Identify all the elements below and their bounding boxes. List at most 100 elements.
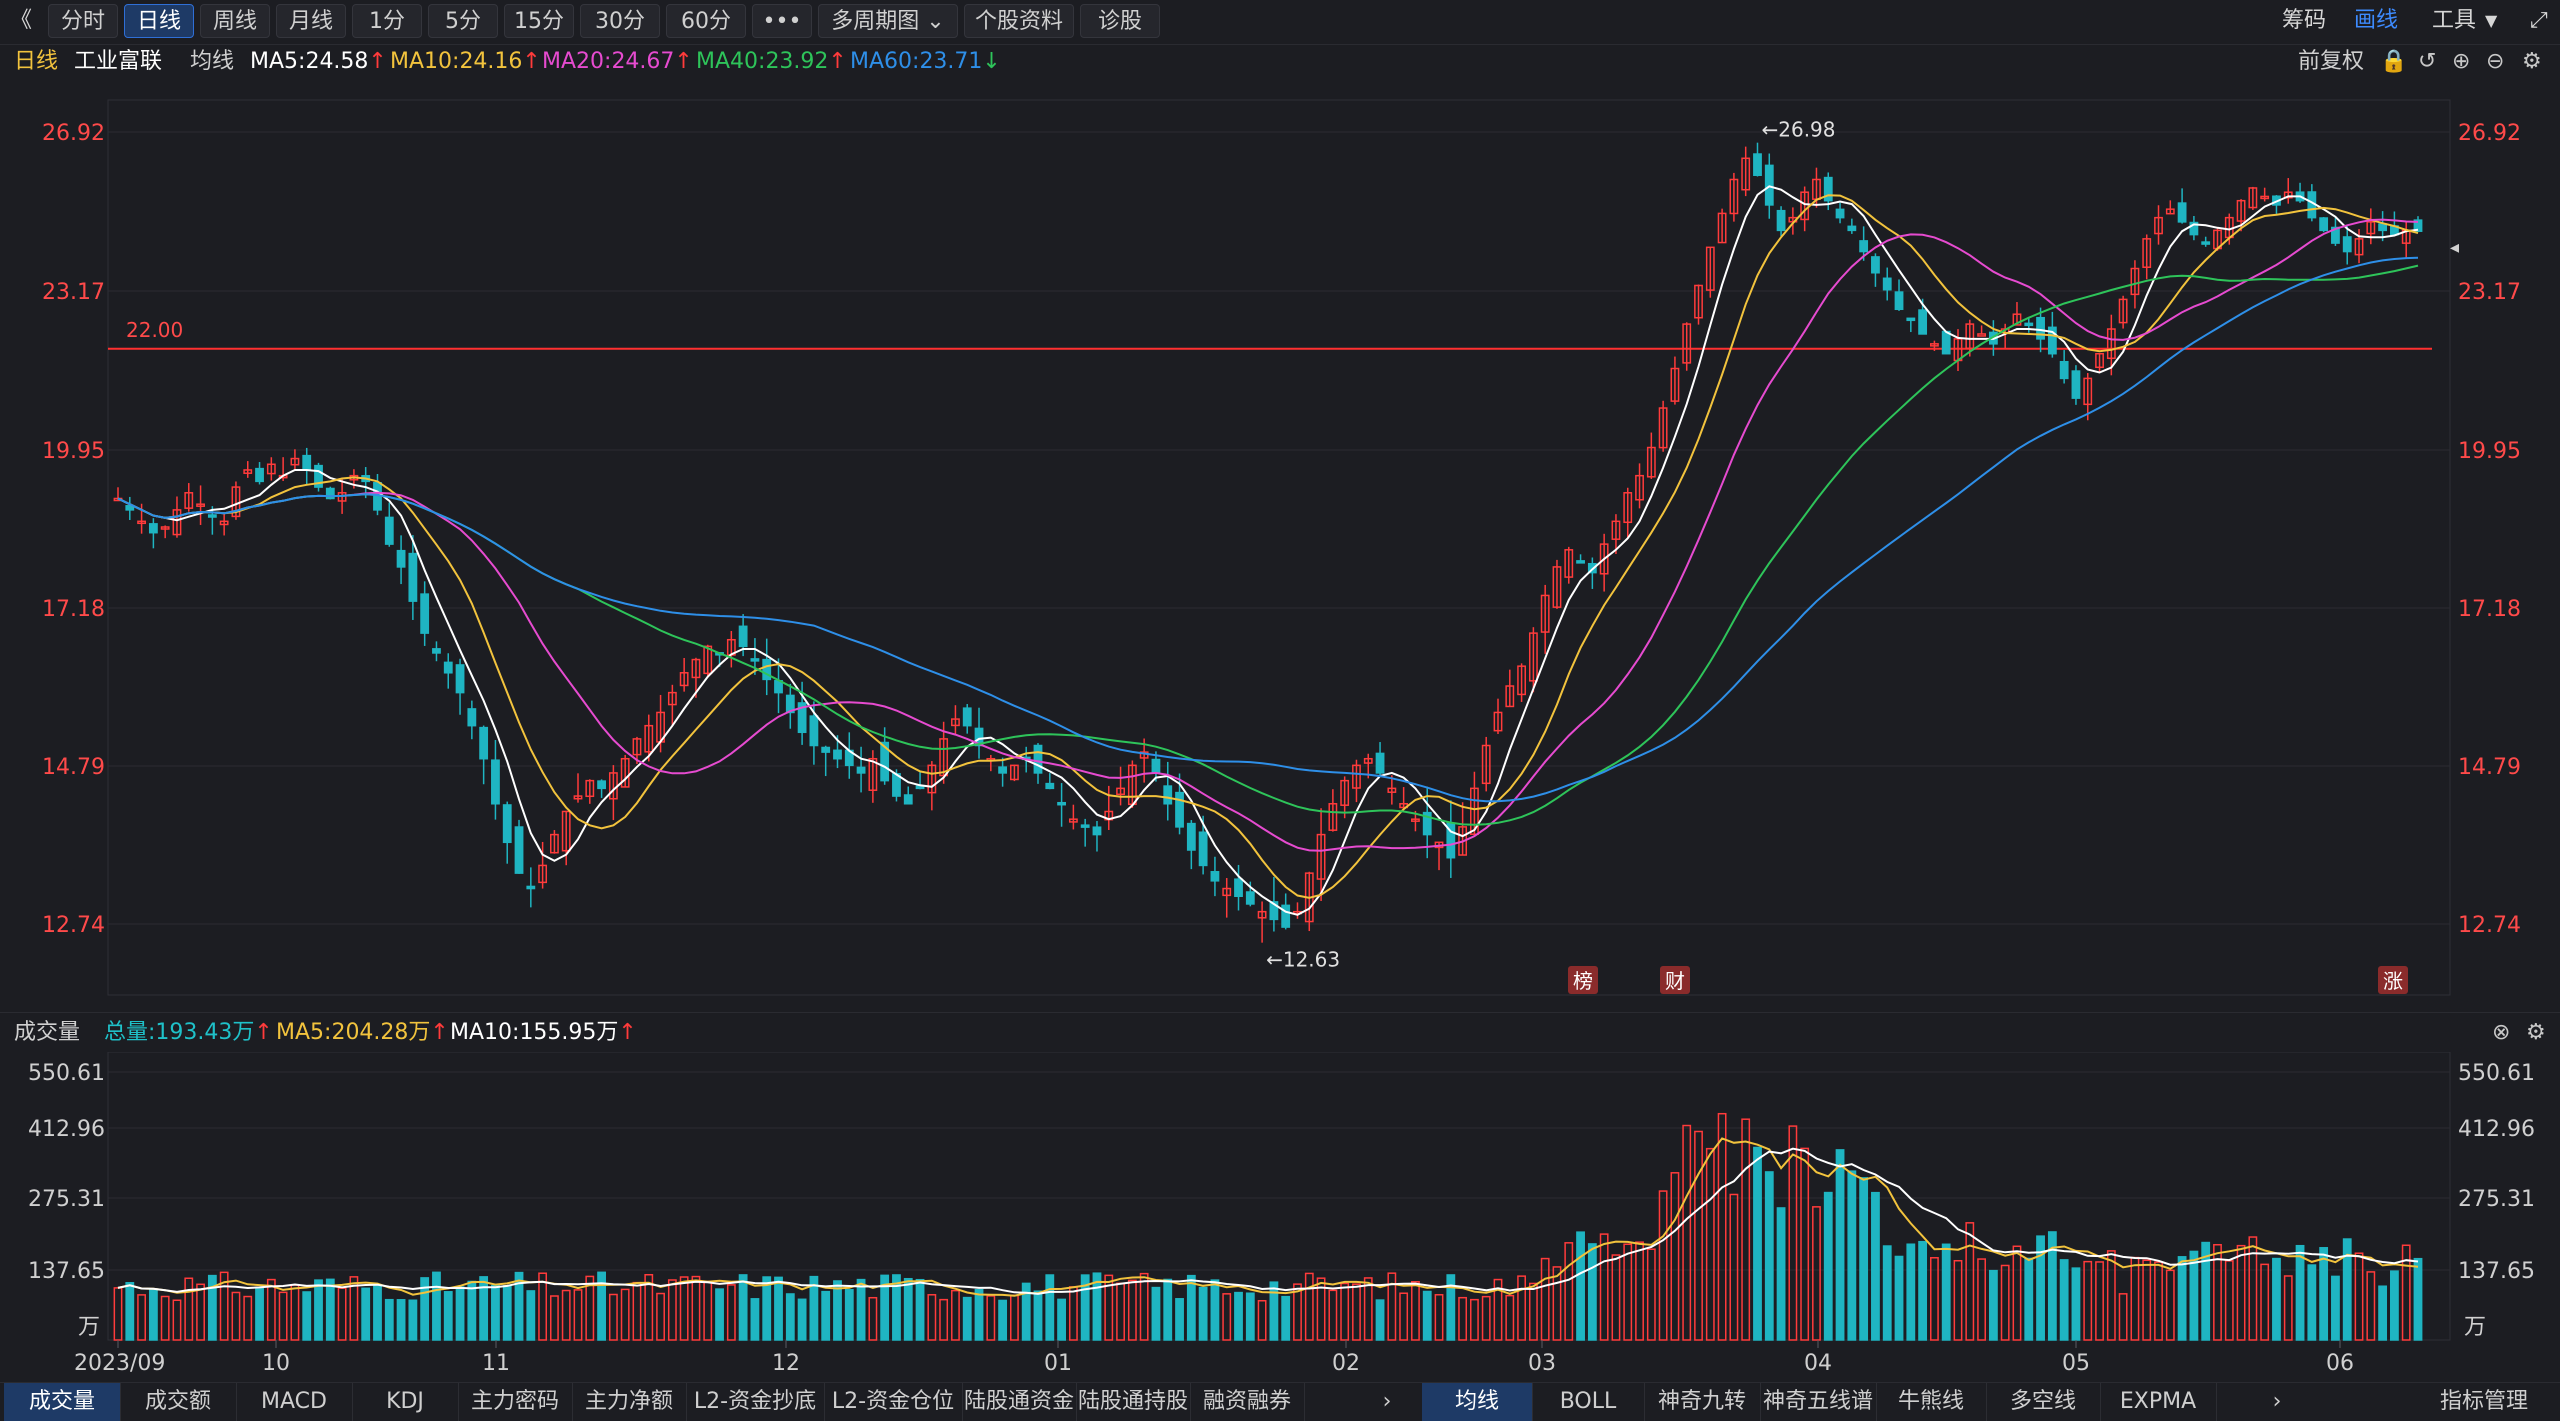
back-icon[interactable]: 《 bbox=[10, 4, 32, 38]
candle bbox=[1257, 901, 1267, 943]
candle-body bbox=[1057, 801, 1066, 806]
volume-bar bbox=[974, 1288, 984, 1341]
candle bbox=[1057, 783, 1066, 827]
overlay-tab-3[interactable]: 神奇五线谱 bbox=[1760, 1383, 1877, 1421]
volume-bar bbox=[833, 1280, 842, 1341]
toolbar-button-11[interactable]: 个股资料 bbox=[964, 4, 1074, 38]
indicator-info-bar: 日线 工业富联 均线 MA5:24.58↑ MA10:24.16↑ MA20:2… bbox=[0, 44, 2560, 80]
indicator-tab-0[interactable]: 成交量 bbox=[4, 1383, 121, 1421]
volume-chart[interactable]: 550.61 550.61 412.96 412.96 275.31 275.31 137.… bbox=[0, 1052, 2560, 1382]
volume-axis-left-label: 550.61 bbox=[28, 1061, 105, 1086]
event-marker-label: 榜 bbox=[1573, 969, 1593, 993]
indicator-tab-8[interactable]: 陆股通资金 bbox=[962, 1383, 1077, 1421]
candle-body bbox=[856, 766, 866, 774]
overlay-tab-1[interactable]: BOLL bbox=[1532, 1383, 1645, 1421]
indicator-tab-2[interactable]: MACD bbox=[236, 1383, 353, 1421]
zoom-out-icon[interactable]: ⊖ bbox=[2486, 44, 2504, 80]
candle bbox=[2118, 295, 2128, 329]
toolbar-button-9[interactable]: ••• bbox=[752, 4, 812, 38]
volume-bar bbox=[302, 1291, 312, 1341]
candle bbox=[1576, 554, 1585, 564]
volume-ma5: MA5:204.28万↑ bbox=[276, 1020, 449, 1045]
indicator-tab-6[interactable]: L2-资金抄底 bbox=[686, 1383, 825, 1421]
volume-bar bbox=[373, 1284, 382, 1341]
candle bbox=[2366, 208, 2376, 245]
indicator-tab-1[interactable]: 成交额 bbox=[120, 1383, 237, 1421]
close-icon[interactable]: ⊗ bbox=[2492, 1015, 2510, 1051]
overlay-tab-2[interactable]: 神奇九转 bbox=[1644, 1383, 1761, 1421]
indicator-tab-4[interactable]: 主力密码 bbox=[458, 1383, 573, 1421]
candle-body bbox=[1941, 330, 1951, 355]
lock-icon[interactable]: 🔒 bbox=[2380, 44, 2407, 80]
indicator-tab-9[interactable]: 陆股通持股 bbox=[1076, 1383, 1191, 1421]
candle-body bbox=[1753, 153, 1762, 176]
volume-settings-icon[interactable]: ⚙ bbox=[2526, 1015, 2546, 1051]
zoom-in-icon[interactable]: ⊕ bbox=[2452, 44, 2470, 80]
overlay-tab-0[interactable]: 均线 bbox=[1422, 1383, 1533, 1421]
volume-bar bbox=[1139, 1272, 1149, 1341]
candle bbox=[1894, 279, 1904, 311]
indicator-tab-7[interactable]: L2-资金仓位 bbox=[824, 1383, 963, 1421]
volume-bar bbox=[2142, 1259, 2152, 1341]
candle bbox=[903, 786, 913, 805]
indicator-tab-3[interactable]: KDJ bbox=[352, 1383, 459, 1421]
overlay-tab-5[interactable]: 多空线 bbox=[1986, 1383, 2101, 1421]
candlestick-chart[interactable]: 26.92 26.92 23.17 23.17 19.95 19.95 17.18 17.18… bbox=[0, 80, 2560, 1012]
toolbar-button-5[interactable]: 5分 bbox=[428, 4, 498, 38]
candle bbox=[962, 704, 972, 734]
toolbar-button-3[interactable]: 月线 bbox=[276, 4, 346, 38]
volume-bar bbox=[1587, 1243, 1597, 1341]
fullscreen-icon[interactable]: ⤢ bbox=[2530, 4, 2548, 38]
indicator-tab-5[interactable]: 主力净额 bbox=[572, 1383, 687, 1421]
volume-bar bbox=[1399, 1292, 1409, 1341]
candle bbox=[2248, 186, 2258, 210]
indicator-manager-button[interactable]: 指标管理 bbox=[2414, 1383, 2554, 1421]
volume-bar bbox=[255, 1287, 264, 1341]
candle bbox=[491, 739, 500, 820]
candle bbox=[1210, 856, 1220, 897]
candle-body bbox=[1835, 208, 1845, 219]
toolbar-button-6[interactable]: 15分 bbox=[504, 4, 574, 38]
volume-bar bbox=[726, 1284, 736, 1341]
overlay-scroll-right-icon[interactable]: › bbox=[2262, 1383, 2292, 1421]
candle bbox=[1045, 773, 1055, 790]
candle-body bbox=[903, 794, 913, 805]
volume-bar bbox=[467, 1280, 477, 1341]
candle-body bbox=[1847, 225, 1857, 232]
price-axis-right-label: 19.95 bbox=[2458, 439, 2521, 464]
candle bbox=[1540, 584, 1550, 654]
volume-bar bbox=[2154, 1261, 2163, 1341]
toolbar-button-10[interactable]: 多周期图 ⌄ bbox=[818, 4, 958, 38]
chevron-down-icon[interactable]: ▼ bbox=[2485, 4, 2497, 38]
chips-button[interactable]: 筹码 bbox=[2282, 4, 2326, 38]
adjust-mode[interactable]: 前复权 bbox=[2298, 44, 2364, 80]
toolbar-button-8[interactable]: 60分 bbox=[666, 4, 746, 38]
indicator-tab-10[interactable]: 融资融券 bbox=[1190, 1383, 1305, 1421]
volume-bar bbox=[868, 1296, 878, 1341]
candle bbox=[1717, 208, 1727, 244]
draw-line-button[interactable]: 画线 bbox=[2354, 4, 2398, 38]
toolbar-button-4[interactable]: 1分 bbox=[352, 4, 422, 38]
low-price-label: ←12.63 bbox=[1266, 948, 1340, 972]
tools-button[interactable]: 工具 bbox=[2432, 4, 2476, 38]
tabs-scroll-right-icon[interactable]: › bbox=[1372, 1383, 1402, 1421]
toolbar-button-12[interactable]: 诊股 bbox=[1080, 4, 1160, 38]
volume-bar bbox=[2283, 1275, 2293, 1341]
volume-bar bbox=[1611, 1254, 1621, 1341]
toolbar-button-7[interactable]: 30分 bbox=[580, 4, 660, 38]
toolbar-button-1[interactable]: 日线 bbox=[124, 4, 194, 38]
undo-icon[interactable]: ↺ bbox=[2418, 44, 2436, 80]
toolbar-button-0[interactable]: 分时 bbox=[48, 4, 118, 38]
overlay-tab-4[interactable]: 牛熊线 bbox=[1876, 1383, 1987, 1421]
toolbar-button-2[interactable]: 周线 bbox=[200, 4, 270, 38]
candle bbox=[868, 750, 878, 803]
overlay-tab-6[interactable]: EXPMA bbox=[2100, 1383, 2217, 1421]
candle bbox=[1446, 800, 1456, 878]
settings-icon[interactable]: ⚙ bbox=[2522, 44, 2542, 80]
volume-bar bbox=[1434, 1294, 1444, 1341]
candle bbox=[1599, 533, 1609, 592]
candle-body bbox=[1186, 822, 1196, 851]
candle bbox=[2401, 220, 2411, 258]
volume-bar bbox=[550, 1295, 559, 1341]
candle bbox=[302, 447, 312, 486]
